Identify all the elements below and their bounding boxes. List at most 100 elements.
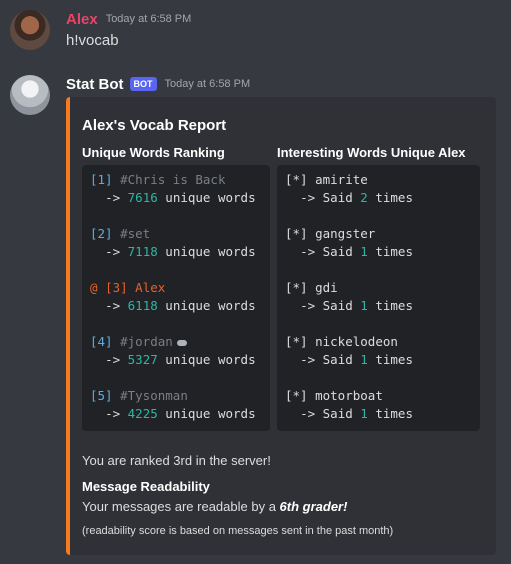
ranking-entry-count-line: -> 4225 unique words xyxy=(90,405,262,423)
words-header: Interesting Words Unique Alex xyxy=(277,145,466,160)
word-count: 1 xyxy=(360,298,368,313)
ranking-rank: [4] xyxy=(90,334,113,349)
ranking-entry: [5] #Tysonman -> 4225 unique words xyxy=(90,387,262,441)
word-marker: [*] xyxy=(285,172,308,187)
user-message-text: h!vocab xyxy=(66,32,119,49)
word-count: 1 xyxy=(360,352,368,367)
ranking-unit: unique words xyxy=(165,244,256,259)
word-text: amirite xyxy=(315,172,368,187)
ranking-unit: unique words xyxy=(165,406,256,421)
word-said: Said xyxy=(322,406,353,421)
word-text: gdi xyxy=(315,280,338,295)
word-entry-word-line: [*] motorboat xyxy=(285,387,472,405)
word-unit: times xyxy=(375,352,413,367)
word-count: 2 xyxy=(360,190,368,205)
word-entry-word-line: [*] gdi xyxy=(285,279,472,297)
word-marker: [*] xyxy=(285,334,308,349)
word-said: Said xyxy=(322,298,353,313)
ranking-entry-name-line: [4] #jordan xyxy=(90,333,262,351)
ranking-arrow: -> xyxy=(105,352,121,367)
word-marker: [*] xyxy=(285,280,308,295)
word-marker: [*] xyxy=(285,388,308,403)
ranking-count: 7118 xyxy=(127,244,158,259)
ranking-unit: unique words xyxy=(165,352,256,367)
word-entry: [*] gdi -> Said 1 times xyxy=(285,279,472,333)
ranking-header: Unique Words Ranking xyxy=(82,145,225,160)
word-unit: times xyxy=(375,190,413,205)
readability-title: Message Readability xyxy=(82,479,210,494)
ranking-unit: unique words xyxy=(165,190,256,205)
ranking-unit: unique words xyxy=(165,298,256,313)
word-text: nickelodeon xyxy=(315,334,398,349)
ranking-rank: [1] xyxy=(90,172,113,187)
word-entry-count-line: -> Said 2 times xyxy=(285,189,472,207)
words-codeblock: [*] amirite -> Said 2 times [*] gangster … xyxy=(277,165,480,431)
word-entry: [*] amirite -> Said 2 times xyxy=(285,171,472,225)
word-arrow: -> xyxy=(300,190,316,205)
bot-avatar[interactable] xyxy=(10,75,50,115)
ranking-count: 5327 xyxy=(127,352,158,367)
word-entry-count-line: -> Said 1 times xyxy=(285,243,472,261)
ranking-entry-count-line: -> 7616 unique words xyxy=(90,189,262,207)
ranking-count: 4225 xyxy=(127,406,158,421)
embed-title: Alex's Vocab Report xyxy=(82,117,227,134)
word-text: gangster xyxy=(315,226,376,241)
vocab-report-embed: Alex's Vocab Report Unique Words Ranking… xyxy=(66,97,496,555)
word-entry: [*] nickelodeon -> Said 1 times xyxy=(285,333,472,387)
ranking-rank: [3] xyxy=(105,280,128,295)
word-entry: [*] gangster -> Said 1 times xyxy=(285,225,472,279)
ranking-entry: [2] #set -> 7118 unique words xyxy=(90,225,262,279)
ranking-entry-name-line: @ [3] Alex xyxy=(90,279,262,297)
word-entry-count-line: -> Said 1 times xyxy=(285,405,472,423)
readability-text-before: Your messages are readable by a xyxy=(82,499,280,514)
word-unit: times xyxy=(375,244,413,259)
ranking-name: #set xyxy=(120,226,151,241)
ranking-entry: [4] #jordan -> 5327 unique words xyxy=(90,333,262,387)
word-entry-word-line: [*] gangster xyxy=(285,225,472,243)
ranking-arrow: -> xyxy=(105,298,121,313)
ranking-name: #Chris is Back xyxy=(120,172,226,187)
ranking-entry-count-line: -> 7118 unique words xyxy=(90,243,262,261)
word-arrow: -> xyxy=(300,244,316,259)
ranking-entry-name-line: [1] #Chris is Back xyxy=(90,171,262,189)
ranking-codeblock: [1] #Chris is Back -> 7616 unique words[… xyxy=(82,165,270,431)
word-arrow: -> xyxy=(300,406,316,421)
ranking-arrow: -> xyxy=(105,406,121,421)
ranking-name: #jordan xyxy=(120,334,173,349)
word-unit: times xyxy=(375,298,413,313)
bot-badge: BOT xyxy=(129,77,157,91)
ranking-count: 6118 xyxy=(127,298,158,313)
ranking-entry: @ [3] Alex -> 6118 unique words xyxy=(90,279,262,333)
ranking-arrow: -> xyxy=(105,244,121,259)
word-marker: [*] xyxy=(285,226,308,241)
readability-text: Your messages are readable by a 6th grad… xyxy=(82,499,347,514)
word-entry-count-line: -> Said 1 times xyxy=(285,297,472,315)
word-said: Said xyxy=(322,244,353,259)
ranking-entry-name-line: [2] #set xyxy=(90,225,262,243)
user-avatar[interactable] xyxy=(10,10,50,50)
user-message-header: Alex Today at 6:58 PM xyxy=(66,9,191,29)
word-entry-count-line: -> Said 1 times xyxy=(285,351,472,369)
ranking-name: Alex xyxy=(135,280,166,295)
user-author-name[interactable]: Alex xyxy=(66,11,98,28)
bot-message-header: Stat Bot BOT Today at 6:58 PM xyxy=(66,74,250,94)
ranking-entry-count-line: -> 5327 unique words xyxy=(90,351,262,369)
word-unit: times xyxy=(375,406,413,421)
ranking-rank: [5] xyxy=(90,388,113,403)
ranking-entry: [1] #Chris is Back -> 7616 unique words xyxy=(90,171,262,225)
word-text: motorboat xyxy=(315,388,383,403)
bot-author-name[interactable]: Stat Bot xyxy=(66,76,124,93)
readability-note: (readability score is based on messages … xyxy=(82,525,394,537)
ranking-name: #Tysonman xyxy=(120,388,188,403)
word-count: 1 xyxy=(360,406,368,421)
ranking-entry-name-line: [5] #Tysonman xyxy=(90,387,262,405)
word-count: 1 xyxy=(360,244,368,259)
word-entry-word-line: [*] nickelodeon xyxy=(285,333,472,351)
cloud-icon xyxy=(176,339,187,346)
ranking-count: 7616 xyxy=(127,190,158,205)
word-arrow: -> xyxy=(300,352,316,367)
word-said: Said xyxy=(322,190,353,205)
ranking-current-user-marker: @ xyxy=(90,280,106,295)
word-said: Said xyxy=(322,352,353,367)
ranking-arrow: -> xyxy=(105,190,121,205)
